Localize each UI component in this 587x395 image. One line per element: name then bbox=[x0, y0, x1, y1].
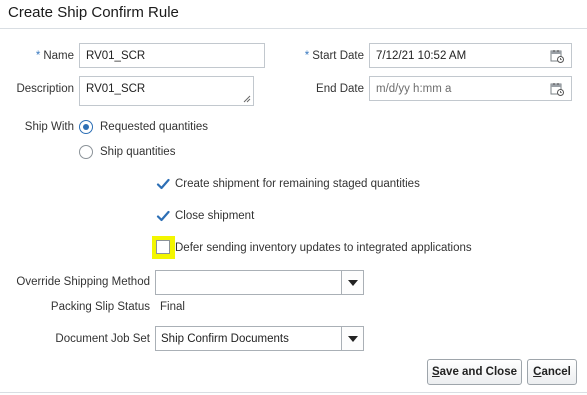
radio-requested-quantities[interactable] bbox=[79, 120, 93, 134]
radio-ship-quantities[interactable] bbox=[79, 145, 93, 159]
override-shipping-method-label: Override Shipping Method bbox=[16, 276, 150, 288]
override-shipping-method-select[interactable] bbox=[155, 270, 364, 295]
document-job-set-label: Document Job Set bbox=[55, 333, 150, 345]
checkmark-icon bbox=[156, 178, 170, 190]
name-input[interactable]: RV01_SCR bbox=[79, 43, 265, 68]
start-date-input[interactable]: 7/12/21 10:52 AM bbox=[369, 43, 572, 68]
save-and-close-button[interactable]: Save and Close bbox=[427, 359, 522, 385]
cancel-mnemonic: C bbox=[533, 366, 542, 378]
document-job-set-select[interactable]: Ship Confirm Documents bbox=[155, 326, 364, 351]
name-label: * Name bbox=[10, 50, 74, 62]
checkbox-create-shipment[interactable] bbox=[156, 177, 170, 191]
name-label-text: Name bbox=[43, 50, 74, 62]
calendar-icon[interactable] bbox=[549, 48, 565, 64]
packing-slip-status-label: Packing Slip Status bbox=[50, 301, 150, 313]
checkbox-close-shipment[interactable] bbox=[156, 209, 170, 223]
dialog-title: Create Ship Confirm Rule bbox=[8, 4, 179, 21]
end-date-input[interactable]: m/d/yy h:mm a bbox=[369, 76, 572, 101]
description-textarea[interactable]: RV01_SCR bbox=[79, 76, 254, 106]
radio-ship-quantities-label[interactable]: Ship quantities bbox=[100, 146, 175, 158]
resize-handle-icon[interactable] bbox=[243, 95, 251, 103]
ship-with-label: Ship With bbox=[24, 121, 74, 133]
required-marker: * bbox=[35, 50, 41, 62]
checkbox-close-shipment-label[interactable]: Close shipment bbox=[175, 210, 254, 222]
packing-slip-status-value: Final bbox=[160, 301, 185, 313]
save-and-close-label: ave and Close bbox=[439, 366, 517, 378]
checkbox-defer-inventory-updates[interactable] bbox=[156, 240, 170, 254]
required-marker: * bbox=[304, 50, 310, 62]
chevron-down-icon[interactable] bbox=[341, 327, 363, 350]
name-input-value: RV01_SCR bbox=[86, 49, 146, 62]
checkbox-defer-inventory-updates-label[interactable]: Defer sending inventory updates to integ… bbox=[175, 242, 472, 254]
cancel-label: ancel bbox=[541, 366, 571, 378]
start-date-label-text: Start Date bbox=[312, 50, 364, 62]
save-and-close-mnemonic: S bbox=[431, 366, 440, 378]
description-label: Description bbox=[16, 83, 74, 95]
end-date-label: End Date bbox=[316, 83, 364, 95]
document-job-set-value: Ship Confirm Documents bbox=[161, 332, 289, 345]
chevron-down-icon[interactable] bbox=[341, 271, 363, 294]
bottom-divider bbox=[0, 392, 587, 393]
title-divider bbox=[0, 28, 587, 29]
radio-requested-quantities-label[interactable]: Requested quantities bbox=[100, 121, 208, 133]
radio-selected-dot bbox=[83, 124, 89, 130]
description-value: RV01_SCR bbox=[86, 83, 146, 95]
checkbox-create-shipment-label[interactable]: Create shipment for remaining staged qua… bbox=[175, 178, 420, 190]
cancel-button[interactable]: Cancel bbox=[527, 359, 577, 385]
start-date-label: * Start Date bbox=[285, 50, 364, 62]
calendar-icon[interactable] bbox=[549, 81, 565, 97]
end-date-placeholder: m/d/yy h:mm a bbox=[376, 82, 452, 95]
checkmark-icon bbox=[156, 210, 170, 222]
start-date-value: 7/12/21 10:52 AM bbox=[376, 49, 467, 62]
